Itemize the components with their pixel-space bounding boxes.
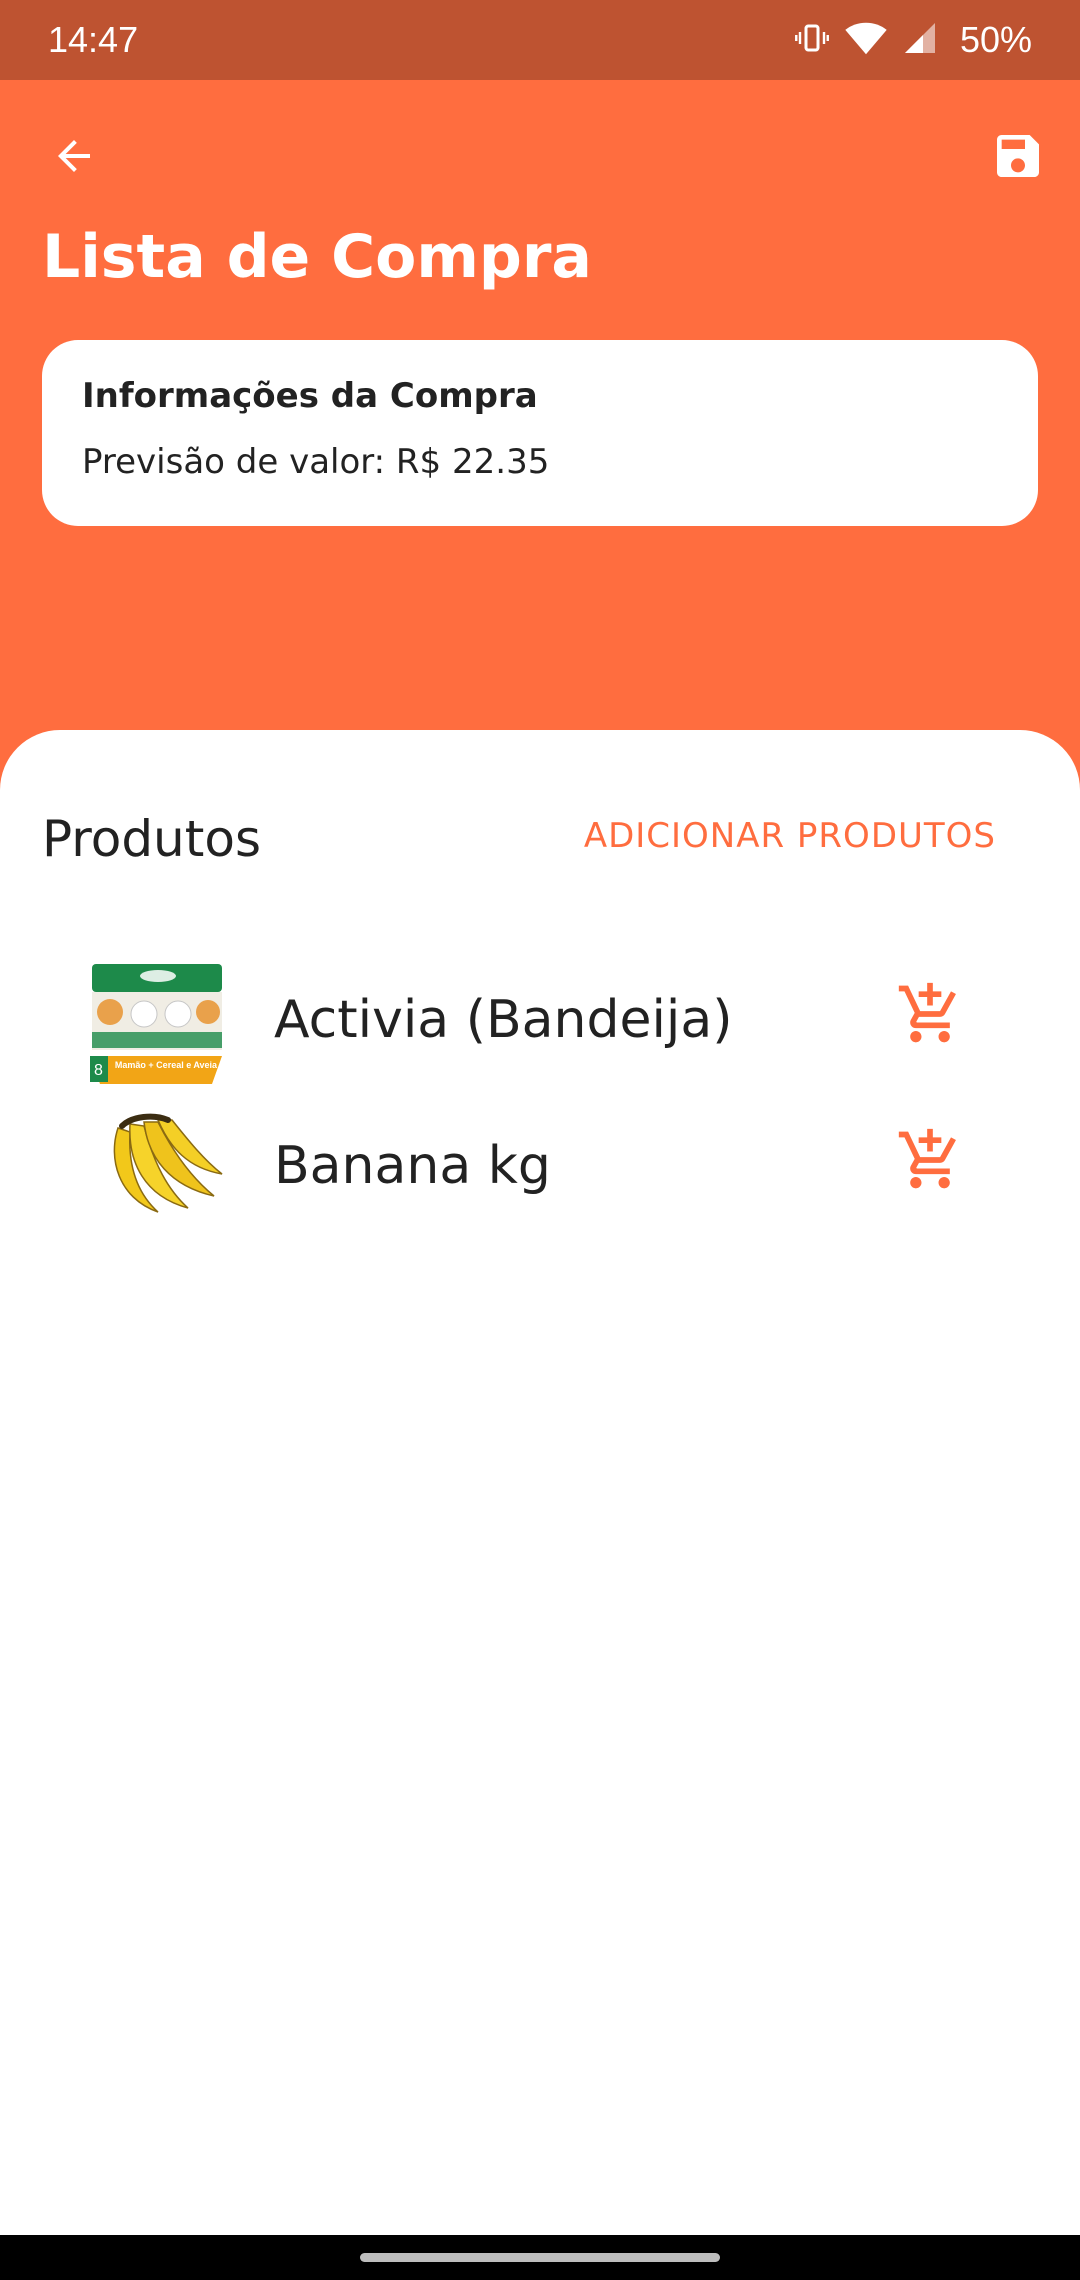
banana-product-image	[88, 1108, 228, 1232]
status-time: 14:47	[48, 19, 139, 60]
home-indicator[interactable]	[360, 2253, 720, 2262]
activia-pack-count: 8	[94, 1062, 103, 1079]
status-icons: 50%	[794, 19, 1032, 61]
info-card-title: Informações da Compra	[82, 376, 538, 416]
app-header: Lista de Compra Informações da Compra Pr…	[0, 80, 1080, 730]
product-list: 8 Mamão + Cereal e Aveia Activia (Bandei…	[0, 950, 1080, 1242]
cart-add-icon[interactable]	[896, 1126, 964, 1194]
list-item[interactable]: 8 Mamão + Cereal e Aveia Activia (Bandei…	[0, 950, 1080, 1096]
product-name: Activia (Bandeija)	[274, 990, 733, 1050]
save-button[interactable]	[980, 120, 1056, 196]
signal-icon	[902, 20, 938, 61]
wifi-icon	[844, 20, 888, 61]
activia-product-image: 8 Mamão + Cereal e Aveia	[88, 962, 228, 1086]
status-bar: 14:47 50%	[0, 0, 1080, 80]
product-name: Banana kg	[274, 1136, 551, 1196]
page-title: Lista de Compra	[42, 222, 592, 292]
estimated-value: Previsão de valor: R$ 22.35	[82, 442, 550, 482]
vibrate-icon	[794, 20, 830, 61]
arrow-back-icon	[50, 132, 98, 185]
battery-level: 50%	[959, 19, 1032, 60]
purchase-info-card: Informações da Compra Previsão de valor:…	[42, 340, 1038, 526]
products-title: Produtos	[42, 810, 261, 868]
products-sheet: Produtos ADICIONAR PRODUTOS 8 Mamão + Ce…	[0, 730, 1080, 2235]
list-item[interactable]: Banana kg	[0, 1096, 1080, 1242]
save-floppy-icon	[990, 128, 1046, 189]
add-products-button[interactable]: ADICIONAR PRODUTOS	[584, 816, 996, 856]
cart-add-icon[interactable]	[896, 980, 964, 1048]
back-button[interactable]	[36, 120, 112, 196]
activia-flavor-label: Mamão + Cereal e Aveia	[115, 1060, 218, 1070]
